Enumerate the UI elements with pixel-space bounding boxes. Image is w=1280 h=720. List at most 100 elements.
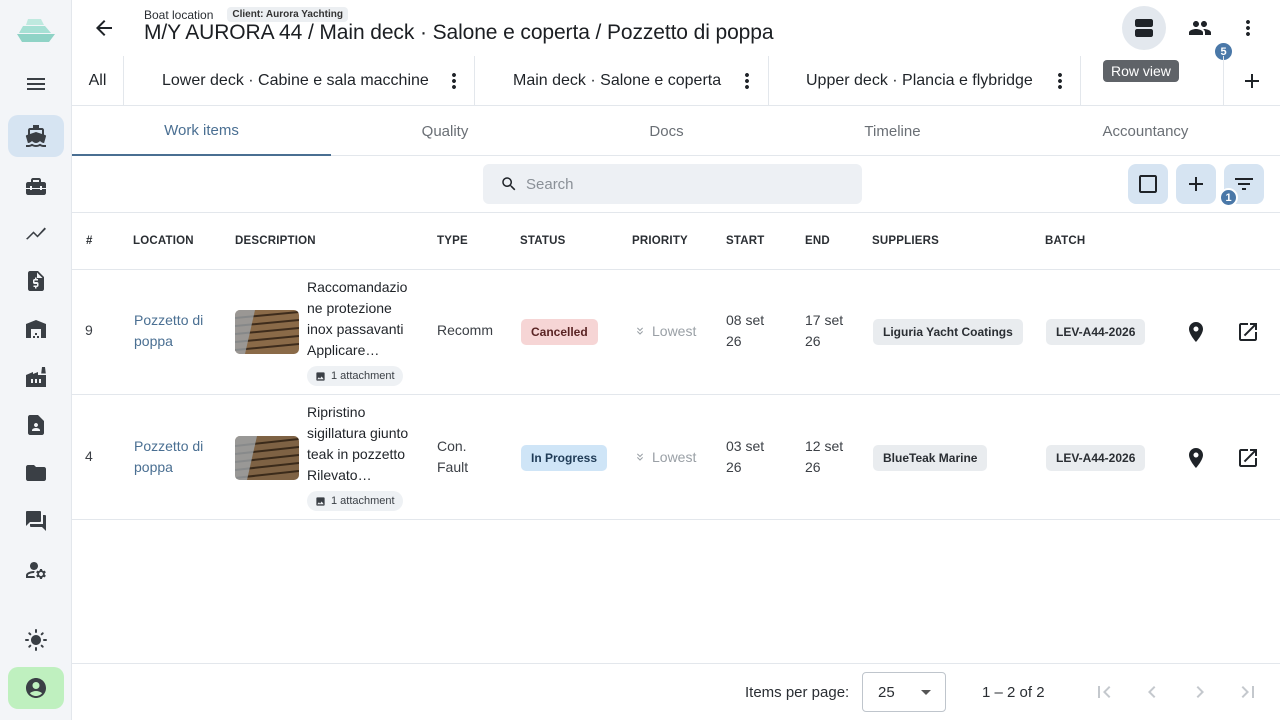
column-header[interactable]: SUPPLIERS xyxy=(872,235,939,247)
more-options-button[interactable] xyxy=(1226,6,1270,50)
contact-icon xyxy=(28,415,44,435)
attachment-chip[interactable]: 1 attachment xyxy=(307,491,403,511)
column-header[interactable]: STATUS xyxy=(520,235,566,247)
first-page-icon xyxy=(1098,686,1111,698)
column-header[interactable]: # xyxy=(86,235,93,247)
start-date: 08 set 26 xyxy=(726,310,764,352)
column-header[interactable]: BATCH xyxy=(1045,235,1085,247)
paginator: Items per page: 25 1 – 2 of 2 xyxy=(72,663,1280,720)
next-page-button[interactable] xyxy=(1188,680,1212,704)
previous-page-button[interactable] xyxy=(1140,680,1164,704)
date-line: 26 xyxy=(805,333,821,349)
deck-tab-lower[interactable]: Lower deck · Cabine e sala macchine xyxy=(124,56,475,106)
deck-photo-image xyxy=(235,310,299,354)
tab-docs[interactable]: Docs xyxy=(559,107,774,156)
date-line: 26 xyxy=(805,459,821,475)
chat-icon xyxy=(26,511,46,531)
row-view-button[interactable] xyxy=(1122,6,1166,50)
account-button[interactable] xyxy=(8,667,64,709)
item-thumbnail[interactable] xyxy=(235,310,299,354)
date-line: 12 set xyxy=(805,438,844,454)
tab-accountancy[interactable]: Accountancy xyxy=(1011,107,1280,156)
supplier-chip[interactable]: Liguria Yacht Coatings xyxy=(873,319,1023,345)
tab-quality[interactable]: Quality xyxy=(331,107,559,156)
deck-tab-main[interactable]: Main deck · Salone e coperta xyxy=(475,56,769,106)
location-link[interactable]: Pozzetto di poppa xyxy=(134,436,203,478)
batch-chip[interactable]: LEV-A44-2026 xyxy=(1046,445,1146,471)
first-page-button[interactable] xyxy=(1092,680,1116,704)
date-line: 26 xyxy=(726,333,742,349)
deck-menu-button[interactable] xyxy=(735,69,759,93)
last-page-button[interactable] xyxy=(1236,680,1260,704)
invoice-icon xyxy=(28,271,44,291)
show-on-map-button[interactable] xyxy=(1184,320,1208,344)
add-deck-button[interactable] xyxy=(1240,69,1264,93)
section-tabs: Work items Quality Docs Timeline Account… xyxy=(72,107,1280,156)
dropdown-caret-icon xyxy=(921,690,931,695)
nav-invoices[interactable] xyxy=(8,260,64,302)
deck-menu-button[interactable] xyxy=(442,69,466,93)
nav-warehouse[interactable] xyxy=(8,308,64,350)
page-size-select[interactable]: 25 xyxy=(862,672,946,712)
open-in-new-icon xyxy=(1239,323,1257,341)
table-row[interactable]: 4 Pozzetto di poppa Ripristino sigillatu… xyxy=(72,395,1280,520)
deck-menu-button[interactable] xyxy=(1048,69,1072,93)
row-view-tooltip: Row view xyxy=(1103,60,1179,82)
open-item-button[interactable] xyxy=(1236,446,1260,470)
supplier-chip[interactable]: BlueTeak Marine xyxy=(873,445,988,471)
open-item-button[interactable] xyxy=(1236,320,1260,344)
date-line: 26 xyxy=(726,459,742,475)
open-in-new-icon xyxy=(1239,449,1257,467)
nav-factory[interactable] xyxy=(8,356,64,398)
table-row[interactable]: 9 Pozzetto di poppa Raccomandazio ne pro… xyxy=(72,270,1280,395)
description-line: Ripristino xyxy=(307,404,366,420)
checkbox-outline-icon xyxy=(1139,175,1157,193)
type-line: Con. xyxy=(437,438,467,454)
nav-folders[interactable] xyxy=(8,452,64,494)
page-title: M/Y AURORA 44 / Main deck · Salone e cop… xyxy=(144,21,774,44)
column-header[interactable]: DESCRIPTION xyxy=(235,235,316,247)
nav-contacts[interactable] xyxy=(8,404,64,446)
tab-timeline[interactable]: Timeline xyxy=(774,107,1011,156)
deck-tab-upper[interactable]: Upper deck · Plancia e flybridge xyxy=(769,56,1081,106)
nav-trends[interactable] xyxy=(8,212,64,254)
column-header[interactable]: START xyxy=(726,235,764,247)
row-number: 4 xyxy=(85,448,93,464)
more-vert-icon xyxy=(1246,20,1250,36)
location-link[interactable]: Pozzetto di poppa xyxy=(134,310,203,352)
item-thumbnail[interactable] xyxy=(235,436,299,480)
search-input[interactable] xyxy=(526,175,826,193)
search-icon xyxy=(502,177,516,191)
deck-tab-label: All xyxy=(88,72,107,89)
more-vert-icon xyxy=(452,73,456,89)
column-header[interactable]: LOCATION xyxy=(133,235,194,247)
warehouse-icon xyxy=(26,320,46,338)
nav-toolbox[interactable] xyxy=(8,165,64,207)
more-vert-icon xyxy=(1058,73,1062,89)
back-button[interactable] xyxy=(88,12,120,44)
description-text: Raccomandazio ne protezione inox passava… xyxy=(307,277,417,361)
priority-label: Lowest xyxy=(652,323,697,339)
user-settings-icon xyxy=(26,562,46,579)
attachment-chip[interactable]: 1 attachment xyxy=(307,366,403,386)
chevron-left-icon xyxy=(1148,686,1156,698)
nav-messages[interactable] xyxy=(8,500,64,542)
show-on-map-button[interactable] xyxy=(1184,446,1208,470)
column-header[interactable]: TYPE xyxy=(437,235,468,247)
column-header[interactable]: PRIORITY xyxy=(632,235,688,247)
description-line: teak in pozzetto xyxy=(307,446,406,462)
nav-user-settings[interactable] xyxy=(8,549,64,591)
image-icon xyxy=(316,371,325,381)
deck-tab-label: Upper deck · Plancia e flybridge xyxy=(806,72,1033,89)
batch-chip[interactable]: LEV-A44-2026 xyxy=(1046,319,1146,345)
select-all-button[interactable] xyxy=(1128,164,1168,204)
location-line: Pozzetto di xyxy=(134,438,204,454)
menu-button[interactable] xyxy=(8,63,64,105)
theme-toggle[interactable] xyxy=(8,619,64,661)
tab-work-items[interactable]: Work items xyxy=(72,107,331,156)
account-icon xyxy=(26,678,46,698)
column-header[interactable]: END xyxy=(805,235,830,247)
nav-boats[interactable] xyxy=(8,115,64,157)
add-item-button[interactable] xyxy=(1176,164,1216,204)
deck-tab-all[interactable]: All xyxy=(72,56,124,106)
